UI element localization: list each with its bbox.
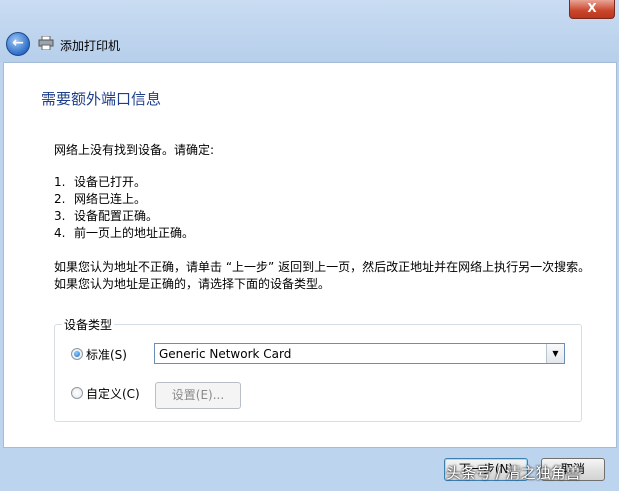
close-button[interactable]: X xyxy=(569,0,615,19)
settings-button[interactable]: 设置(E)... xyxy=(155,382,241,409)
standard-radio-label[interactable]: 标准(S) xyxy=(86,346,127,363)
device-type-legend: 设备类型 xyxy=(62,316,115,333)
printer-icon xyxy=(38,36,54,50)
chevron-down-icon[interactable]: ▼ xyxy=(546,344,564,363)
intro-text: 网络上没有找到设备。请确定: xyxy=(54,143,215,157)
explanation-text: 如果您认为地址不正确，请单击 “上一步” 返回到上一页，然后改正地址并在网络上执… xyxy=(54,260,591,291)
watermark: 头条号 / 清之独角兽 xyxy=(446,464,581,482)
window-title: 添加打印机 xyxy=(60,39,121,53)
custom-radio-label[interactable]: 自定义(C) xyxy=(86,385,140,402)
close-icon: X xyxy=(587,1,597,15)
device-type-select[interactable]: Generic Network Card ▼ xyxy=(154,343,565,364)
steps-list: 1. 设备已打开。 2. 网络已连上。 3. 设备配置正确。 4. 前一页上的地址正确。 xyxy=(54,174,194,242)
standard-radio[interactable] xyxy=(71,348,83,360)
list-item: 1. 设备已打开。 xyxy=(54,175,147,189)
page-heading: 需要额外端口信息 xyxy=(41,90,162,108)
list-item: 3. 设备配置正确。 xyxy=(54,209,159,223)
custom-radio[interactable] xyxy=(71,387,83,399)
back-arrow-icon: ← xyxy=(12,35,24,51)
device-type-group: 设备类型 标准(S) Generic Network Card ▼ 自定义(C)… xyxy=(54,316,582,422)
title-bar: X ← 添加打印机 xyxy=(0,0,619,62)
device-type-select-value: Generic Network Card xyxy=(159,347,292,361)
dialog-content: 需要额外端口信息 网络上没有找到设备。请确定: 1. 设备已打开。 2. 网络已连上… xyxy=(3,62,617,448)
back-button[interactable]: ← xyxy=(6,32,30,56)
list-item: 4. 前一页上的地址正确。 xyxy=(54,226,195,240)
list-item: 2. 网络已连上。 xyxy=(54,192,147,206)
